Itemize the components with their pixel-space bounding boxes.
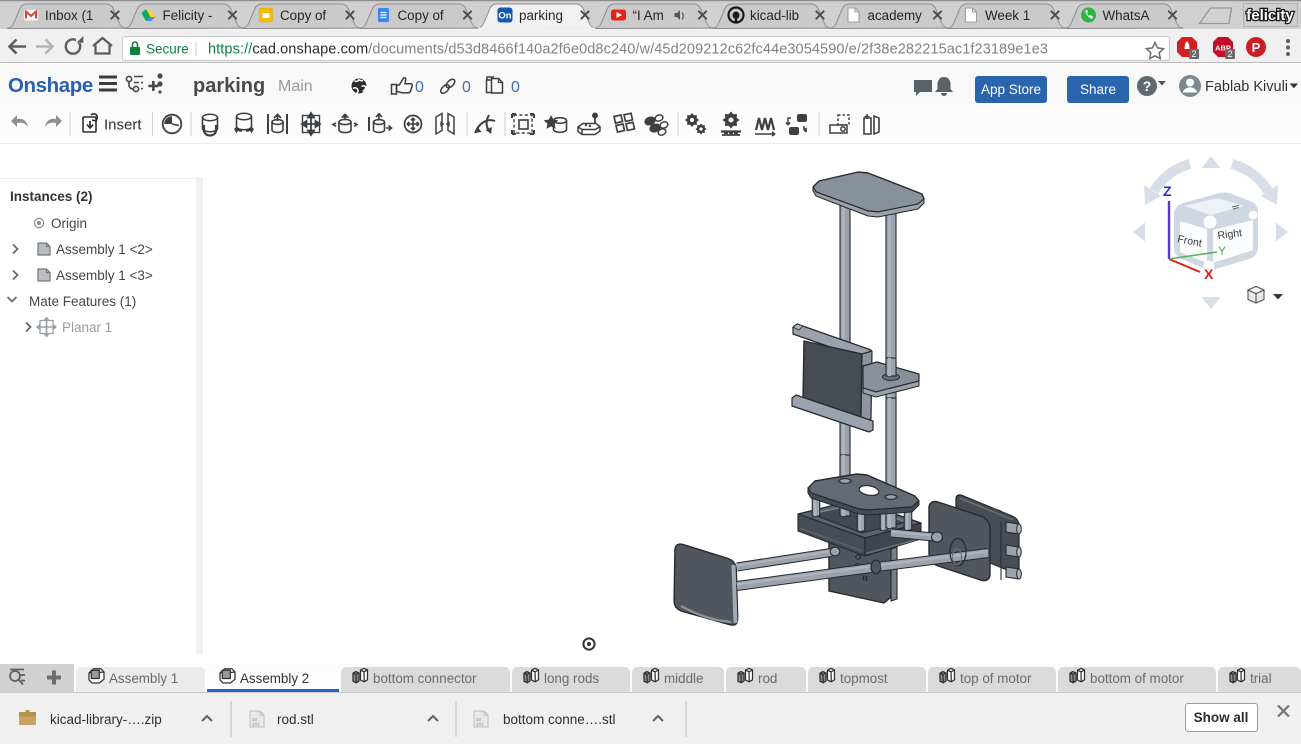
svg-text:Show all: Show all (1194, 710, 1249, 725)
svg-text:bottom conne….stl: bottom conne….stl (503, 712, 616, 727)
svg-text:101: 101 (476, 722, 484, 727)
svg-text:101: 101 (252, 722, 260, 727)
svg-text:rod: rod (758, 671, 777, 686)
svg-text:middle: middle (664, 671, 703, 686)
svg-text:long rods: long rods (544, 671, 599, 686)
svg-text:rod.stl: rod.stl (277, 712, 314, 727)
svg-text:topmost: topmost (840, 671, 888, 686)
svg-text:Assembly 1: Assembly 1 (109, 671, 178, 686)
svg-text:bottom of motor: bottom of motor (1090, 671, 1184, 686)
svg-text:bottom connector: bottom connector (373, 671, 477, 686)
svg-text:kicad-library-….zip: kicad-library-….zip (50, 712, 162, 727)
svg-text:Assembly 2: Assembly 2 (240, 671, 309, 686)
svg-text:top of motor: top of motor (960, 671, 1032, 686)
svg-text:trial: trial (1250, 671, 1272, 686)
